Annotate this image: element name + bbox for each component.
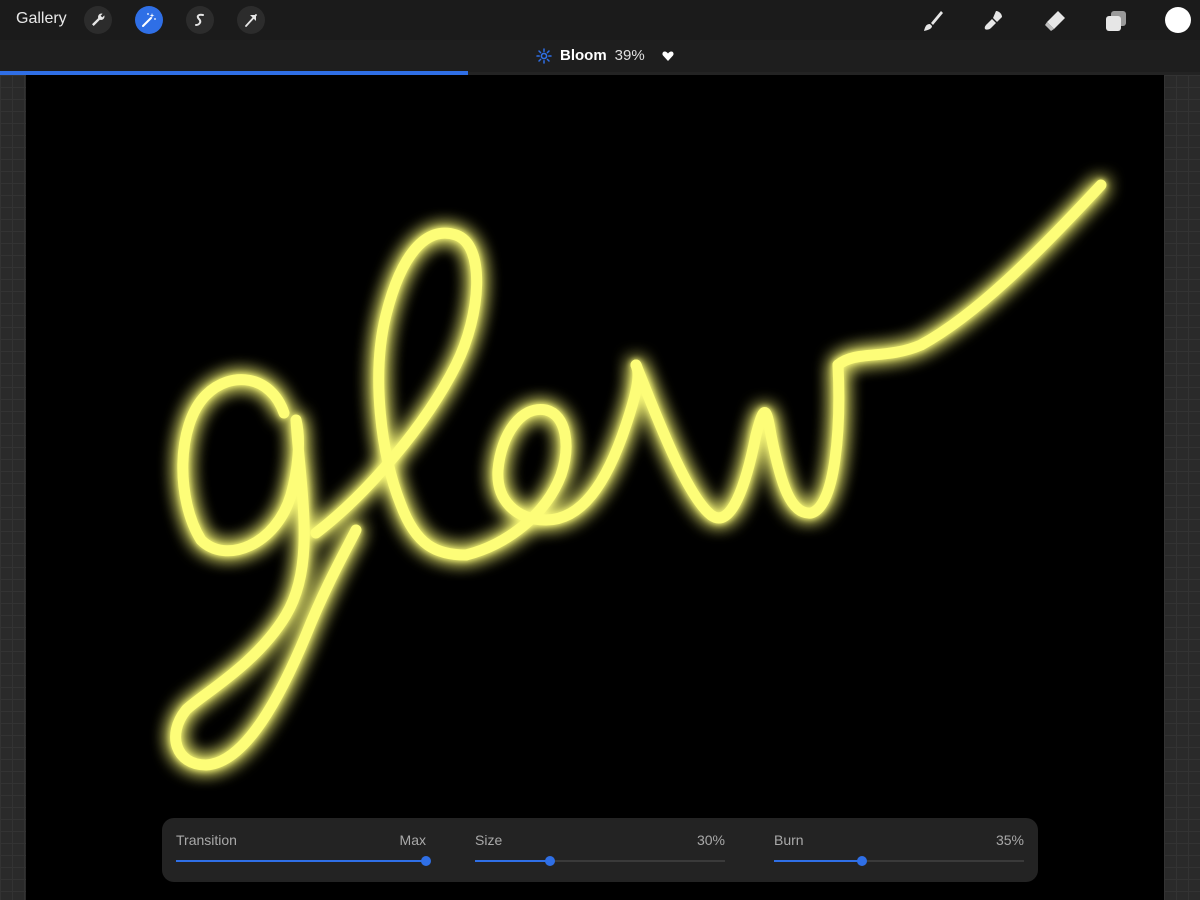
size-track[interactable] [475, 856, 725, 866]
selection-icon [195, 13, 204, 26]
adjustment-name: Bloom [560, 47, 607, 64]
burn-slider: Burn 35% [774, 832, 1024, 872]
adjustment-bar: Bloom 39% [0, 40, 1200, 72]
adjustment-percent: 39% [614, 47, 645, 64]
brush-button[interactable] [918, 6, 948, 36]
adjustments-button[interactable] [135, 6, 163, 34]
transform-arrow-icon [245, 14, 257, 27]
canvas-margin-left [0, 75, 26, 900]
transition-knob[interactable] [421, 856, 431, 866]
transform-button[interactable] [237, 6, 265, 34]
layers-button[interactable] [1101, 6, 1131, 36]
gallery-button[interactable]: Gallery [16, 10, 67, 28]
transition-track[interactable] [176, 856, 431, 866]
burn-value: 35% [995, 832, 1024, 848]
size-knob[interactable] [545, 856, 555, 866]
burn-label: Burn [774, 832, 804, 848]
burn-knob[interactable] [856, 856, 867, 866]
canvas-margin-right [1164, 75, 1200, 900]
size-value: 30% [696, 832, 725, 848]
color-button[interactable] [1165, 7, 1191, 33]
top-toolbar: Gallery [0, 0, 1200, 40]
adjustment-menu[interactable]: Bloom 39% [536, 47, 675, 64]
actions-button[interactable] [84, 6, 112, 34]
bloom-icon [536, 47, 552, 64]
transition-slider: Transition Max [176, 832, 431, 872]
glow-artwork [170, 179, 1107, 771]
transition-label: Transition [176, 832, 237, 848]
burn-track[interactable] [774, 856, 1024, 866]
drawing-canvas[interactable] [26, 75, 1164, 900]
brush-icon [924, 11, 943, 31]
size-fill [475, 860, 550, 862]
eraser-icon [1045, 11, 1065, 31]
size-label: Size [475, 832, 503, 848]
size-slider: Size 30% [475, 832, 725, 872]
magic-wand-icon [142, 13, 156, 27]
dropdown-heart-icon [662, 51, 674, 61]
smudge-icon [984, 11, 1002, 30]
transition-fill [176, 860, 426, 862]
selection-button[interactable] [186, 6, 214, 34]
burn-fill [774, 860, 862, 862]
wrench-icon [92, 13, 105, 26]
transition-value: Max [399, 832, 426, 848]
smudge-button[interactable] [979, 6, 1009, 36]
eraser-button[interactable] [1040, 6, 1070, 36]
bloom-settings-panel: Transition Max Size 30% Burn 35% [162, 818, 1038, 882]
layers-icon [1106, 11, 1126, 31]
